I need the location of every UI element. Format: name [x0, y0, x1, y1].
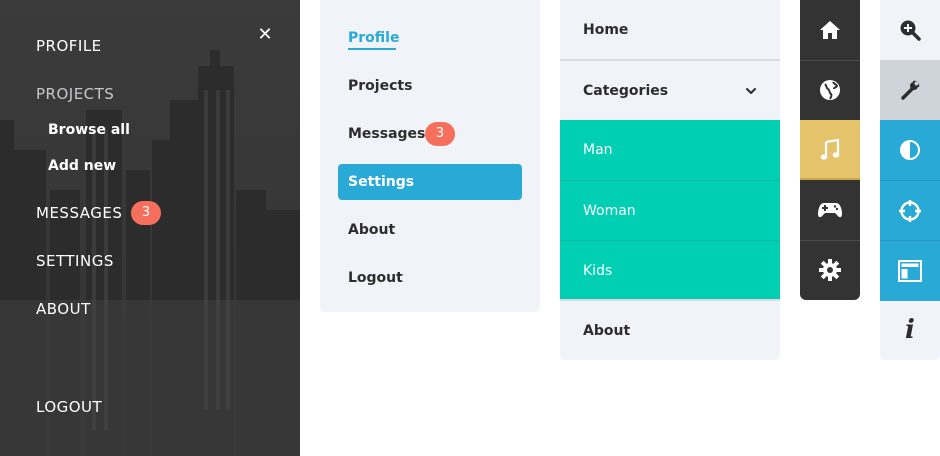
city-skyline-background [0, 50, 300, 456]
menu-item-projects[interactable]: PROJECTS [36, 84, 114, 104]
gamepad-button[interactable] [800, 180, 860, 240]
menu-item-settings[interactable]: Settings [348, 172, 414, 192]
menu-item-about[interactable]: About [560, 301, 780, 360]
menu-item-messages[interactable]: Messages [348, 124, 425, 144]
music-button[interactable] [800, 120, 860, 180]
info-icon: i [905, 315, 915, 345]
blue-icon-bar: i [880, 0, 940, 360]
menu-item-logout[interactable]: LOGOUT [36, 397, 102, 417]
dark-sidebar-menu: ✕ PROFILE PROJECTS Browse all Add new ME… [0, 0, 300, 456]
chevron-down-icon[interactable] [744, 84, 758, 98]
home-button[interactable] [800, 0, 860, 60]
menu-item-kids[interactable]: Kids [560, 241, 780, 301]
messages-count-badge: 3 [131, 201, 161, 225]
zoom-in-button[interactable] [880, 0, 940, 60]
music-icon [820, 139, 840, 160]
menu-item-home[interactable]: Home [560, 0, 780, 60]
menu-item-logout[interactable]: Logout [348, 268, 403, 288]
gear-icon [819, 259, 841, 281]
zoom-in-icon [900, 20, 921, 41]
gamepad-icon [818, 203, 842, 218]
contrast-icon [900, 140, 920, 160]
close-icon[interactable]: ✕ [256, 26, 274, 44]
dark-icon-bar [800, 0, 860, 300]
info-button[interactable]: i [880, 300, 940, 360]
light-vertical-menu: Profile Projects Messages 3 Settings Abo… [320, 0, 540, 312]
accordion-menu: Home Categories Man Woman Kids About [560, 0, 780, 360]
layout-button[interactable] [880, 241, 940, 301]
menu-item-man[interactable]: Man [560, 120, 780, 180]
messages-count-badge: 3 [425, 122, 455, 146]
menu-item-woman[interactable]: Woman [560, 181, 780, 241]
menu-item-settings[interactable]: SETTINGS [36, 251, 114, 271]
target-button[interactable] [880, 181, 940, 241]
wrench-icon [901, 80, 920, 100]
menu-item-projects[interactable]: Projects [348, 76, 412, 96]
layout-icon [898, 260, 922, 282]
globe-icon [820, 80, 840, 100]
home-icon [820, 21, 840, 39]
submenu-item-add-new[interactable]: Add new [48, 156, 116, 176]
tools-button[interactable] [880, 60, 940, 120]
menu-item-profile[interactable]: Profile [348, 28, 399, 48]
menu-item-about[interactable]: About [348, 220, 395, 240]
contrast-button[interactable] [880, 120, 940, 180]
menu-item-about[interactable]: ABOUT [36, 299, 91, 319]
active-underline [348, 48, 396, 50]
submenu-item-browse-all[interactable]: Browse all [48, 120, 130, 140]
globe-button[interactable] [800, 60, 860, 120]
crosshair-icon [899, 200, 921, 222]
menu-item-profile[interactable]: PROFILE [36, 36, 102, 56]
menu-item-messages[interactable]: MESSAGES [36, 203, 122, 223]
settings-button[interactable] [800, 240, 860, 300]
